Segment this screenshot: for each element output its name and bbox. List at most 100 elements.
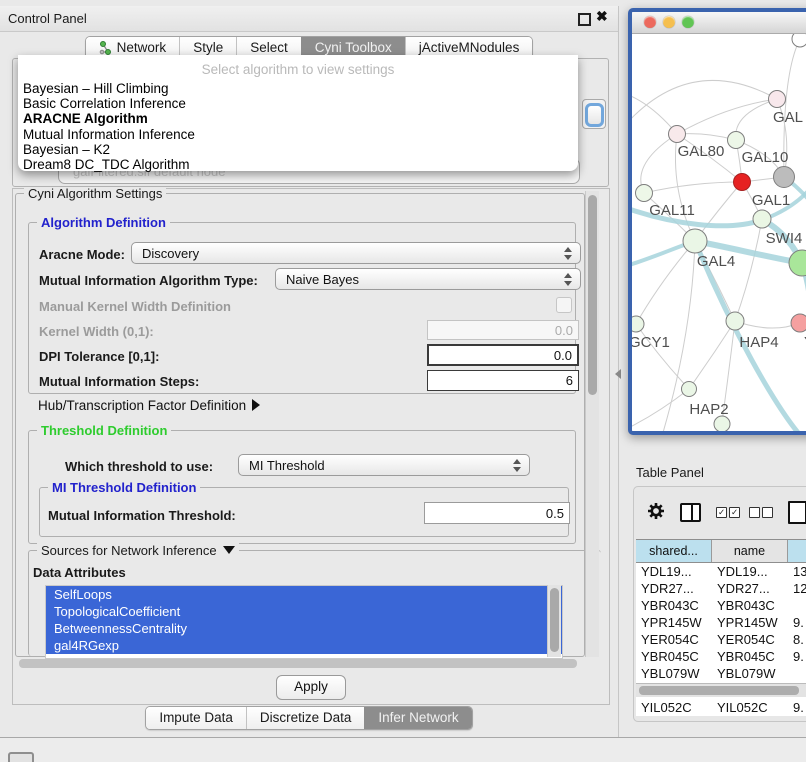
manual-kernel-checkbox[interactable] [556,297,572,313]
graph-node-label: GAL1 [752,192,790,209]
network-canvas[interactable]: GALGAL80GAL10GAL1GAL11SWI4GAL4GCY1HAP4YH… [632,34,806,435]
table-hscrollbar[interactable] [636,683,806,697]
graph-edge [641,134,677,193]
dropdown-item-basic-correlation-inference[interactable]: Basic Correlation Inference [18,96,578,111]
table-cell: 12 [788,580,806,597]
settings-scrollbar[interactable] [585,191,599,657]
sources-title[interactable]: Sources for Network Inference [37,543,239,558]
table-cell: YBR045C [636,648,712,665]
table-cell: 9. [788,614,806,631]
column-header-shared[interactable]: shared... [636,540,712,562]
graph-node[interactable] [714,416,730,432]
mi-type-combobox[interactable]: Naive Bayes [275,268,581,290]
float-window-icon[interactable] [578,13,591,26]
apply-button[interactable]: Apply [276,675,346,700]
list-scrollbar[interactable] [547,585,561,657]
table-row[interactable]: YER054CYER054C8. [636,631,806,648]
cyni-algorithm-settings-title: Cyni Algorithm Settings [24,186,166,201]
tab-impute-data[interactable]: Impute Data [146,707,246,729]
partial-button[interactable] [8,752,34,762]
dpi-tolerance-label: DPI Tolerance [0,1]: [39,349,159,364]
tab-label: jActiveMNodules [419,40,520,55]
table-cell: YBR043C [712,597,788,614]
table-row[interactable]: YBR043CYBR043C [636,597,806,614]
graph-node-hap4[interactable] [726,312,744,330]
table-cell: YDR27... [636,580,712,597]
graph-node-gcy1[interactable] [632,316,644,332]
graph-node-gal[interactable] [769,91,786,108]
graph-edge [677,99,777,134]
column-header-a[interactable]: A [788,540,806,562]
tab-discretize-data[interactable]: Discretize Data [246,707,365,729]
tab-infer-network[interactable]: Infer Network [364,707,471,729]
hub-tf-definition-toggle[interactable]: Hub/Transcription Factor Definition [38,398,260,413]
mi-threshold-field[interactable] [424,502,570,524]
graph-node[interactable] [792,34,806,47]
minimize-traffic-light-icon[interactable] [663,16,675,28]
list-scrollbar-thumb[interactable] [550,588,559,652]
table-cell: 9. [788,699,806,716]
list-item-selfloops[interactable]: SelfLoops [46,586,562,603]
which-threshold-combobox[interactable]: MI Threshold [238,454,530,476]
manual-kernel-label: Manual Kernel Width Definition [39,299,231,314]
table-row[interactable]: YBR045CYBR045C9. [636,648,806,665]
aracne-mode-combobox[interactable]: Discovery [131,242,581,264]
graph-node[interactable] [789,250,806,276]
graph-node-y[interactable] [791,314,806,332]
unchecked-column-icon[interactable] [762,507,773,518]
graph-node-hap2[interactable] [682,382,697,397]
column-header-name[interactable]: name [712,540,788,562]
dropdown-item-mutual-information-inference[interactable]: Mutual Information Inference [18,127,578,142]
checked-column-icon[interactable]: ✓ [729,507,740,518]
table-hscrollbar-thumb[interactable] [639,686,799,695]
gear-icon[interactable] [646,501,666,521]
inference-algorithm-combobox-fragment[interactable] [582,99,606,129]
settings-scrollbar-thumb[interactable] [588,195,597,395]
graph-node-label: HAP4 [739,334,778,351]
kernel-width-field[interactable] [427,320,579,340]
dropdown-item-aracne-algorithm[interactable]: ARACNE Algorithm [18,111,578,126]
which-threshold-label: Which threshold to use: [65,459,213,474]
table-row[interactable]: YBL079WYBL079W [636,665,806,682]
graph-node-gal11[interactable] [636,185,653,202]
focus-ring [585,103,604,127]
graph-node-gal10[interactable] [728,132,745,149]
dropdown-item-dream8-dc-tdc-algorithm[interactable]: Dream8 DC_TDC Algorithm [18,157,578,172]
tab-label: Style [193,40,223,55]
graph-node-gal1[interactable] [734,174,751,191]
close-icon[interactable]: ✖ [596,8,608,25]
spinner-arrows-icon [564,272,574,287]
table-row[interactable]: YDL19...YDL19...13 [636,563,806,580]
splitter-collapse-arrow[interactable] [615,369,621,379]
graph-node-gal4[interactable] [683,229,707,253]
settings-hscrollbar-thumb[interactable] [19,659,577,668]
network-window-titlebar[interactable] [632,12,806,34]
table-row[interactable]: YIL052CYIL052C9. [636,699,806,716]
table-cell: YBL079W [712,665,788,682]
list-item-betweennesscentrality[interactable]: BetweennessCentrality [46,620,562,637]
data-attributes-list: SelfLoopsTopologicalCoefficientBetweenne… [45,585,563,659]
close-traffic-light-icon[interactable] [644,16,656,28]
zoom-traffic-light-icon[interactable] [682,16,694,28]
dropdown-item-bayesian-hill-climbing[interactable]: Bayesian – Hill Climbing [18,81,578,96]
graph-node-swi4[interactable] [753,210,771,228]
document-icon[interactable] [788,501,806,524]
unchecked-column-icon[interactable] [749,507,760,518]
threshold-definition-title: Threshold Definition [37,423,171,438]
table-row[interactable]: YDR27...YDR27...12 [636,580,806,597]
list-item-topologicalcoefficient[interactable]: TopologicalCoefficient [46,603,562,620]
algorithm-definition-group: Algorithm Definition Aracne Mode: Discov… [28,222,576,394]
graph-node[interactable] [774,167,795,188]
table-row[interactable]: YPR145WYPR145W9. [636,614,806,631]
checked-column-icon[interactable]: ✓ [716,507,727,518]
table-cell: YBR043C [636,597,712,614]
mi-steps-field[interactable] [427,370,579,391]
network-view-window[interactable]: GALGAL80GAL10GAL1GAL11SWI4GAL4GCY1HAP4YH… [628,8,806,435]
columns-icon[interactable] [680,503,701,522]
graph-node-label: GAL11 [649,202,695,219]
dpi-tolerance-field[interactable] [427,344,579,366]
table-cell: YIL052C [712,699,788,716]
list-item-gal4rgexp[interactable]: gal4RGexp [46,637,562,654]
dropdown-item-bayesian-k2[interactable]: Bayesian – K2 [18,142,578,157]
graph-node-gal80[interactable] [669,126,686,143]
